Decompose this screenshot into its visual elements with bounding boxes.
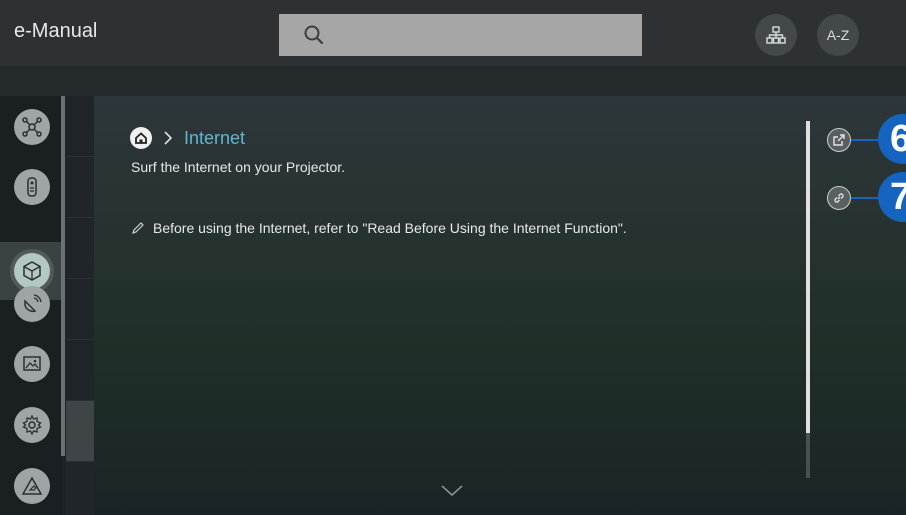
open-external-button[interactable] [827, 128, 851, 152]
breadcrumb: Internet [130, 126, 245, 150]
sidebar-item-support[interactable] [14, 468, 50, 504]
copy-link-button[interactable] [827, 186, 851, 210]
app-title: e-Manual [14, 20, 98, 42]
top-bar: e-Manual A-Z [0, 0, 906, 66]
sidebar-item-remote[interactable] [14, 169, 50, 205]
content-scrollbar-thumb[interactable] [806, 121, 810, 433]
callout-line-6 [851, 139, 881, 141]
link-icon [834, 193, 844, 203]
picture-icon [23, 356, 41, 371]
a-z-button[interactable]: A-Z [817, 14, 859, 56]
settings-icon [22, 414, 42, 436]
sidebar-item-network[interactable] [14, 109, 50, 145]
sidebar-item-picture[interactable] [14, 346, 50, 382]
sidebar [0, 96, 62, 515]
a-z-label: A-Z [826, 27, 850, 43]
home-icon [135, 132, 147, 144]
network-icon [22, 117, 42, 137]
subnav-item[interactable] [66, 157, 94, 218]
callout-line-7 [851, 197, 881, 199]
breadcrumb-current: Internet [184, 127, 246, 148]
page-description: Surf the Internet on your Projector. [131, 159, 346, 175]
satellite-dish-icon [24, 294, 42, 313]
subnav-item[interactable] [66, 96, 94, 157]
sitemap-icon [766, 26, 786, 44]
chevron-right-icon [164, 131, 173, 145]
subnav-column [66, 96, 94, 515]
search-input[interactable] [279, 14, 642, 56]
note-text: Before using the Internet, refer to "Rea… [153, 220, 627, 236]
smart-hub-icon [23, 261, 41, 281]
sitemap-button[interactable] [755, 14, 797, 56]
sidebar-item-smart-hub[interactable] [14, 253, 50, 289]
remote-icon [27, 177, 37, 197]
open-external-icon [833, 134, 845, 146]
subnav-item[interactable] [66, 340, 94, 401]
search-icon [304, 25, 324, 45]
home-button[interactable] [130, 127, 152, 149]
subnav-item[interactable] [66, 218, 94, 279]
subnav-item-active[interactable] [66, 401, 94, 462]
note: Before using the Internet, refer to "Rea… [131, 220, 627, 236]
sub-bar [0, 66, 906, 96]
warning-icon [21, 476, 43, 495]
subnav-item[interactable] [66, 279, 94, 340]
sidebar-item-broadcast[interactable] [14, 286, 50, 322]
chevron-down-icon[interactable] [440, 484, 464, 498]
sidebar-item-settings[interactable] [14, 407, 50, 443]
sidebar-scrollbar[interactable] [61, 96, 65, 456]
pencil-icon [132, 222, 144, 234]
